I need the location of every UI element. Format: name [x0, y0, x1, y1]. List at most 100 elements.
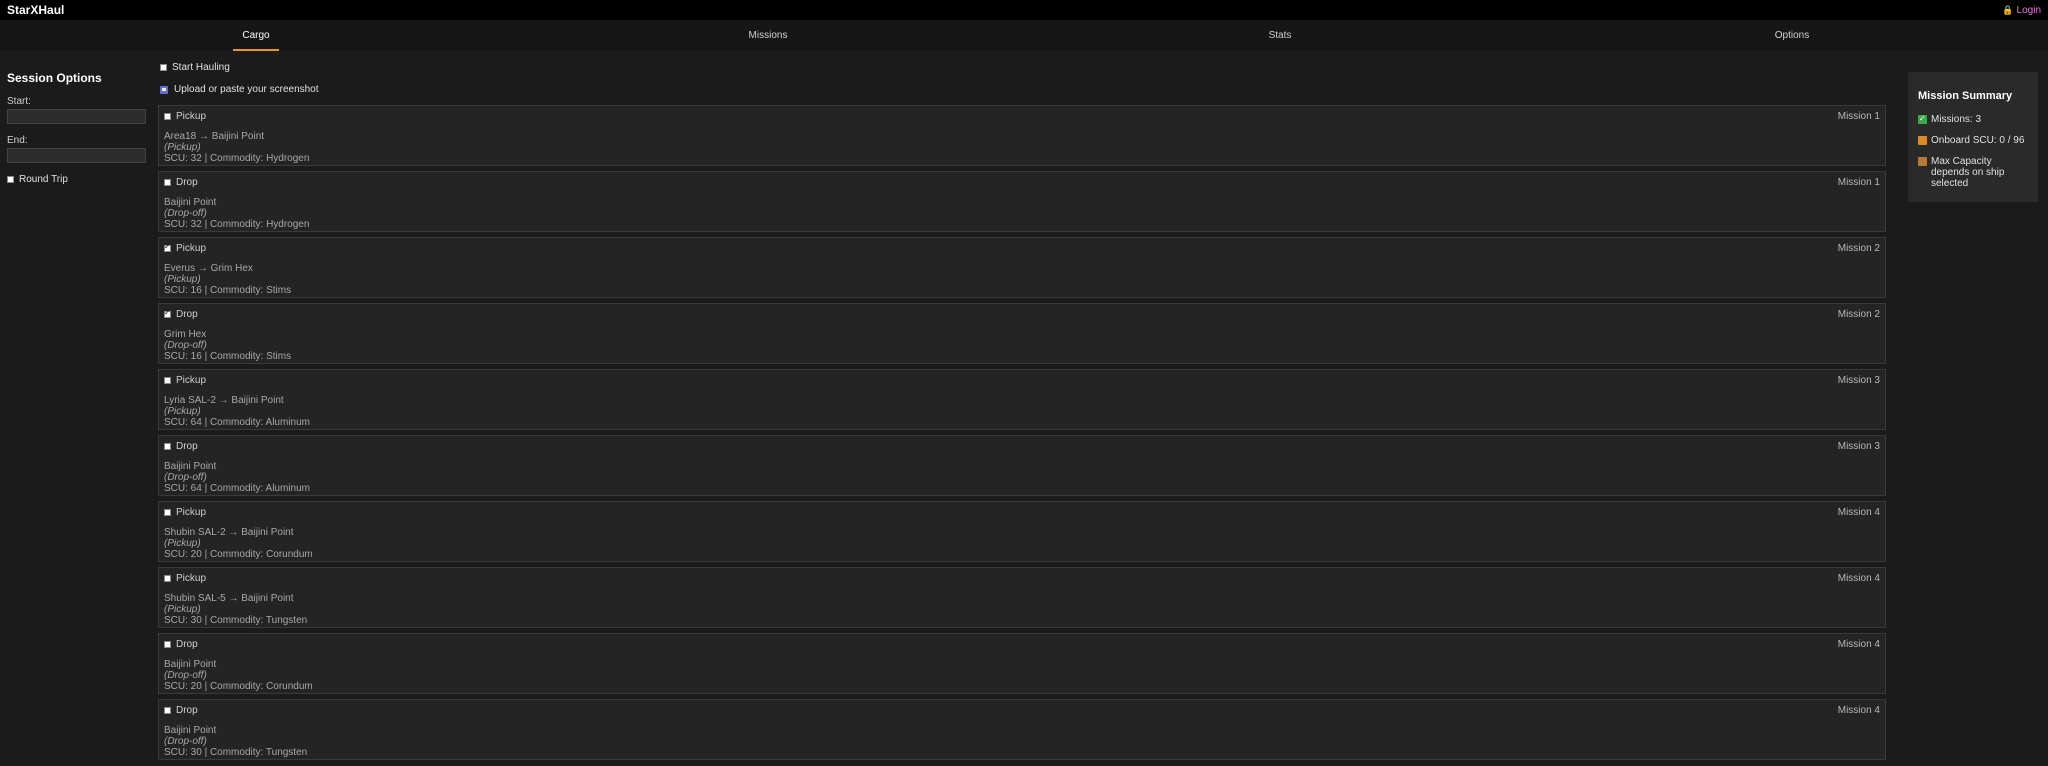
cargo-checkbox[interactable] [164, 377, 171, 384]
summary-capacity: Max Capacity depends on ship selected [1918, 156, 2028, 189]
login-link[interactable]: 🔒 Login [2002, 5, 2041, 16]
cargo-meta: SCU: 20 | Commodity: Corundum [164, 681, 313, 692]
cargo-card: Pickup Mission 1 Area18 → Baijini Point … [158, 105, 1886, 166]
cargo-route: Baijini Point [164, 197, 217, 208]
cargo-checkbox[interactable] [164, 641, 171, 648]
summary-onboard: Onboard SCU: 0 / 96 [1918, 135, 2028, 146]
cargo-checkbox[interactable] [164, 707, 171, 714]
login-label: Login [2016, 4, 2041, 16]
cargo-route: Grim Hex [164, 329, 207, 340]
mission-summary-panel: Mission Summary Missions: 3 Onboard SCU:… [1908, 72, 2038, 202]
tab-options[interactable]: Options [1536, 20, 2048, 51]
cargo-card: Pickup Mission 4 Shubin SAL-2 → Baijini … [158, 501, 1886, 562]
cargo-meta: SCU: 16 | Commodity: Stims [164, 285, 292, 296]
start-label: Start: [7, 96, 31, 107]
cargo-route: Baijini Point [164, 461, 217, 472]
mission-label: Mission 4 [1837, 705, 1880, 716]
end-label: End: [7, 135, 28, 146]
cargo-action: Pickup [176, 375, 207, 386]
cargo-card: Drop Mission 4 Baijini Point (Drop-off) … [158, 699, 1886, 760]
upload-label: Upload or paste your screenshot [174, 84, 319, 95]
cargo-card: Drop Mission 2 Grim Hex (Drop-off) SCU: … [158, 303, 1886, 364]
cargo-card: Drop Mission 1 Baijini Point (Drop-off) … [158, 171, 1886, 232]
upload-screenshot-button[interactable]: Upload or paste your screenshot [160, 84, 319, 95]
cargo-route: Everus → Grim Hex [164, 263, 253, 274]
summary-title: Mission Summary [1918, 90, 2013, 102]
round-trip-checkbox[interactable] [7, 176, 14, 183]
cargo-type: (Drop-off) [164, 472, 207, 483]
mission-label: Mission 3 [1837, 441, 1880, 452]
cargo-type: (Pickup) [164, 604, 201, 615]
cargo-checkbox[interactable] [164, 242, 171, 252]
cargo-meta: SCU: 64 | Commodity: Aluminum [164, 417, 310, 428]
mission-label: Mission 4 [1837, 639, 1880, 650]
tab-label: Options [1774, 30, 1810, 41]
cargo-card: Drop Mission 3 Baijini Point (Drop-off) … [158, 435, 1886, 496]
cargo-action: Drop [176, 441, 198, 452]
cargo-action: Drop [176, 177, 198, 188]
cargo-type: (Pickup) [164, 406, 201, 417]
tab-cargo[interactable]: Cargo [0, 20, 512, 51]
mission-label: Mission 4 [1837, 573, 1880, 584]
capacity-title: Max Capacity [1931, 156, 1992, 167]
cargo-route: Shubin SAL-2 → Baijini Point [164, 527, 294, 538]
tab-label: Missions [748, 30, 788, 41]
mission-label: Mission 2 [1837, 243, 1880, 254]
start-hauling-label: Start Hauling [172, 62, 230, 73]
cargo-type: (Drop-off) [164, 208, 207, 219]
cargo-action: Drop [176, 309, 198, 320]
image-upload-icon [160, 85, 168, 94]
cargo-route: Shubin SAL-5 → Baijini Point [164, 593, 294, 604]
tab-missions[interactable]: Missions [512, 20, 1024, 51]
cargo-card: Pickup Mission 2 Everus → Grim Hex (Pick… [158, 237, 1886, 298]
cargo-action: Pickup [176, 111, 207, 122]
cargo-meta: SCU: 30 | Commodity: Tungsten [164, 747, 308, 758]
cargo-meta: SCU: 30 | Commodity: Tungsten [164, 615, 308, 626]
box-icon [1918, 157, 1927, 166]
cargo-action: Pickup [176, 243, 207, 254]
cargo-type: (Drop-off) [164, 340, 207, 351]
lock-icon: 🔒 [2002, 4, 2014, 15]
missions-count: Missions: 3 [1931, 114, 1982, 125]
cargo-checkbox[interactable] [164, 308, 171, 318]
session-sidebar: Session Options Start: End: Round Trip [0, 51, 150, 766]
start-input[interactable] [7, 109, 146, 124]
cargo-meta: SCU: 32 | Commodity: Hydrogen [164, 153, 310, 164]
onboard-scu: Onboard SCU: 0 / 96 [1931, 135, 2025, 146]
capacity-text: Max Capacity depends on ship selected [1931, 156, 2028, 189]
cargo-route: Baijini Point [164, 725, 217, 736]
cargo-checkbox[interactable] [164, 179, 171, 186]
cargo-list: Pickup Mission 1 Area18 → Baijini Point … [158, 105, 1886, 765]
mission-label: Mission 4 [1837, 507, 1880, 518]
summary-missions: Missions: 3 [1918, 113, 2028, 125]
cargo-checkbox[interactable] [164, 113, 171, 120]
cargo-meta: SCU: 64 | Commodity: Aluminum [164, 483, 310, 494]
cargo-type: (Pickup) [164, 142, 201, 153]
tab-stats[interactable]: Stats [1024, 20, 1536, 51]
sidebar-title: Session Options [7, 71, 102, 85]
mission-label: Mission 1 [1837, 111, 1880, 122]
round-trip-option: Round Trip [7, 174, 143, 185]
cargo-checkbox[interactable] [164, 443, 171, 450]
tab-label: Cargo [242, 30, 270, 41]
truck-icon [1918, 136, 1927, 145]
cargo-card: Drop Mission 4 Baijini Point (Drop-off) … [158, 633, 1886, 694]
mission-label: Mission 3 [1837, 375, 1880, 386]
cargo-checkbox[interactable] [164, 575, 171, 582]
cargo-route: Area18 → Baijini Point [164, 131, 265, 142]
cargo-meta: SCU: 32 | Commodity: Hydrogen [164, 219, 310, 230]
start-hauling-checkbox[interactable] [160, 64, 167, 71]
cargo-checkbox[interactable] [164, 509, 171, 516]
cargo-type: (Drop-off) [164, 736, 207, 747]
cargo-action: Pickup [176, 573, 207, 584]
start-hauling-option: Start Hauling [160, 62, 230, 73]
end-input[interactable] [7, 148, 146, 163]
app-title: StarXHaul [7, 3, 65, 17]
round-trip-label: Round Trip [19, 174, 68, 185]
cargo-action: Pickup [176, 507, 207, 518]
cargo-card: Pickup Mission 3 Lyria SAL-2 → Baijini P… [158, 369, 1886, 430]
top-bar: StarXHaul 🔒 Login [0, 0, 2048, 20]
mission-label: Mission 1 [1837, 177, 1880, 188]
cargo-main: Start Hauling Upload or paste your scree… [158, 51, 1886, 766]
cargo-action: Drop [176, 705, 198, 716]
